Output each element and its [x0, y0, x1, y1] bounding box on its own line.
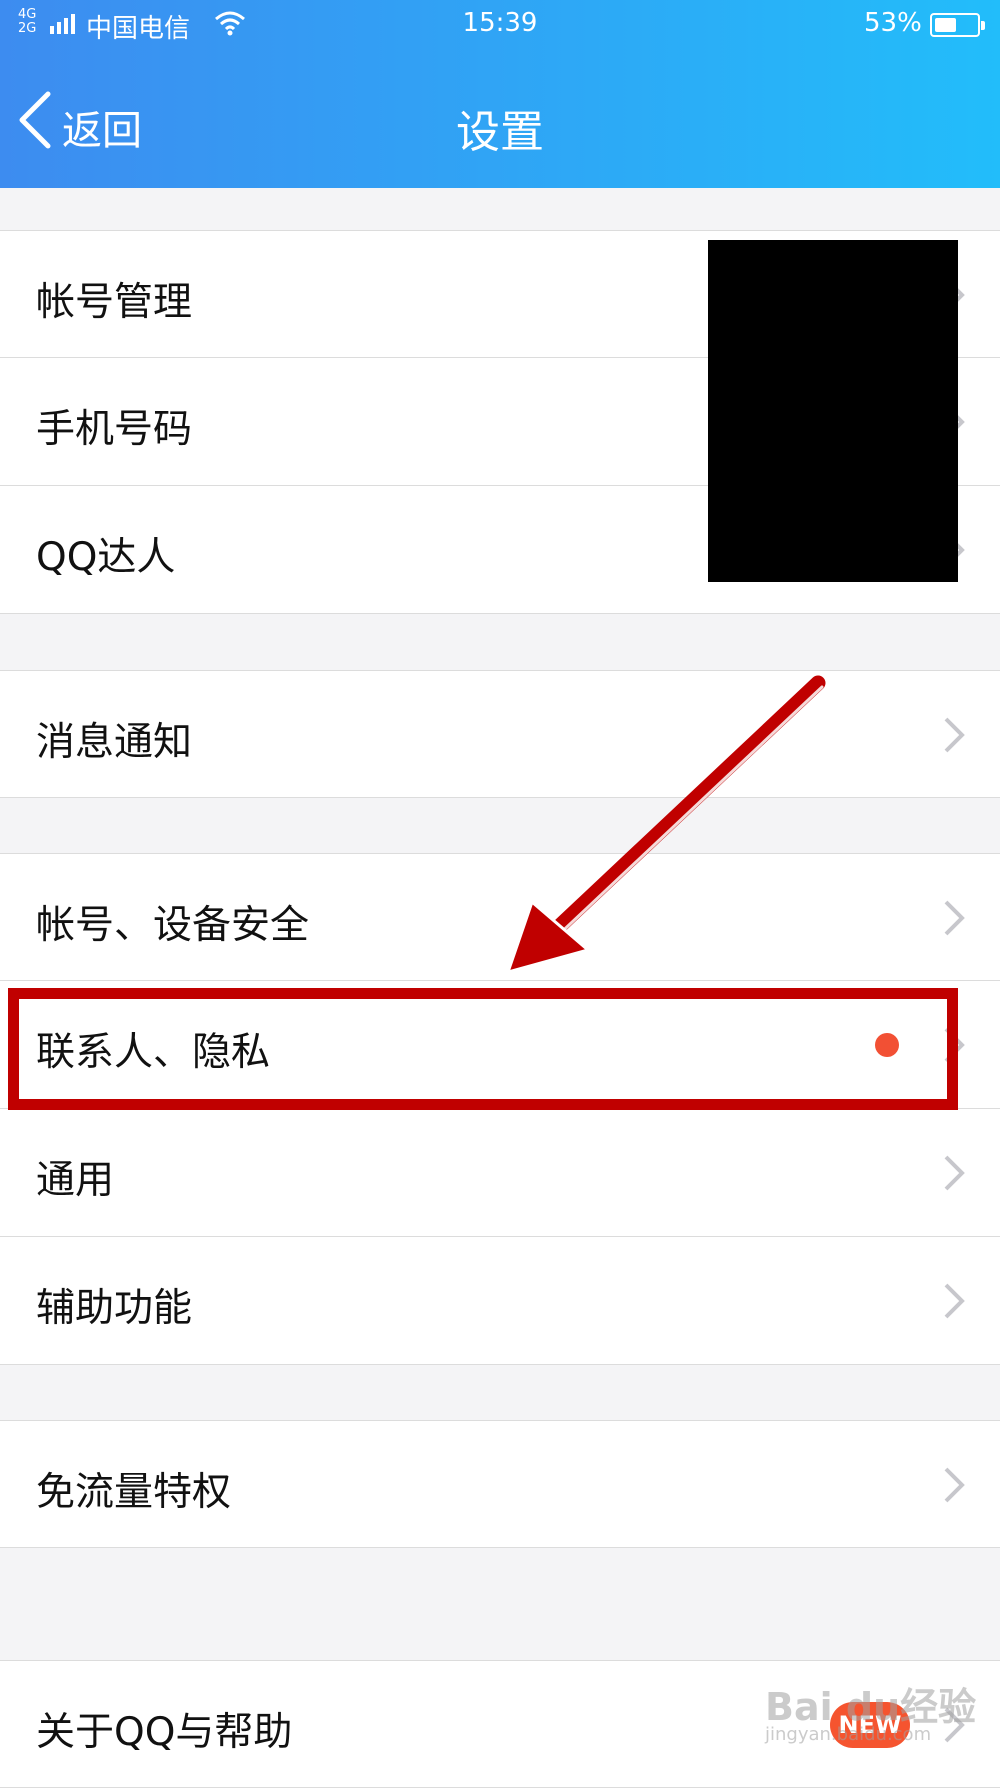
watermark-text: Bai du经验: [765, 1685, 977, 1729]
watermark: Bai du经验 jingyan.baidu.com: [765, 1676, 977, 1745]
chevron-right-icon: [944, 717, 965, 753]
highlight-box: [8, 988, 958, 1110]
chevron-right-icon: [944, 1155, 965, 1191]
settings-item-general[interactable]: 通用: [0, 1109, 1000, 1237]
settings-item-label: 帐号、设备安全: [36, 903, 310, 948]
top-header: 4G 2G 中国电信 15:39 53% 返回 设置: [0, 0, 1000, 188]
settings-item-label: QQ达人: [36, 535, 176, 580]
settings-item-account-device-security[interactable]: 帐号、设备安全: [0, 853, 1000, 981]
chevron-right-icon: [944, 1283, 965, 1319]
chevron-right-icon: [944, 900, 965, 936]
redaction-box: [708, 240, 958, 582]
battery-percent: 53%: [864, 8, 922, 38]
settings-item-label: 辅助功能: [36, 1286, 193, 1331]
chevron-right-icon: [944, 1467, 965, 1503]
page-title: 设置: [456, 107, 544, 158]
settings-item-label: 消息通知: [36, 720, 193, 765]
settings-item-label: 关于QQ与帮助: [36, 1710, 293, 1755]
settings-item-label: 帐号管理: [36, 280, 193, 325]
settings-item-label: 免流量特权: [36, 1470, 232, 1515]
watermark-url: jingyan.baidu.com: [765, 1724, 932, 1745]
status-time: 15:39: [462, 8, 538, 38]
settings-item-notifications[interactable]: 消息通知: [0, 670, 1000, 798]
settings-item-free-data[interactable]: 免流量特权: [0, 1420, 1000, 1548]
settings-item-label: 通用: [36, 1158, 115, 1203]
status-bar: 4G 2G 中国电信 15:39 53%: [0, 0, 1000, 48]
settings-item-label: 手机号码: [36, 407, 193, 452]
battery-fill: [935, 18, 957, 32]
battery-icon: [930, 13, 985, 37]
settings-item-accessibility[interactable]: 辅助功能: [0, 1237, 1000, 1365]
